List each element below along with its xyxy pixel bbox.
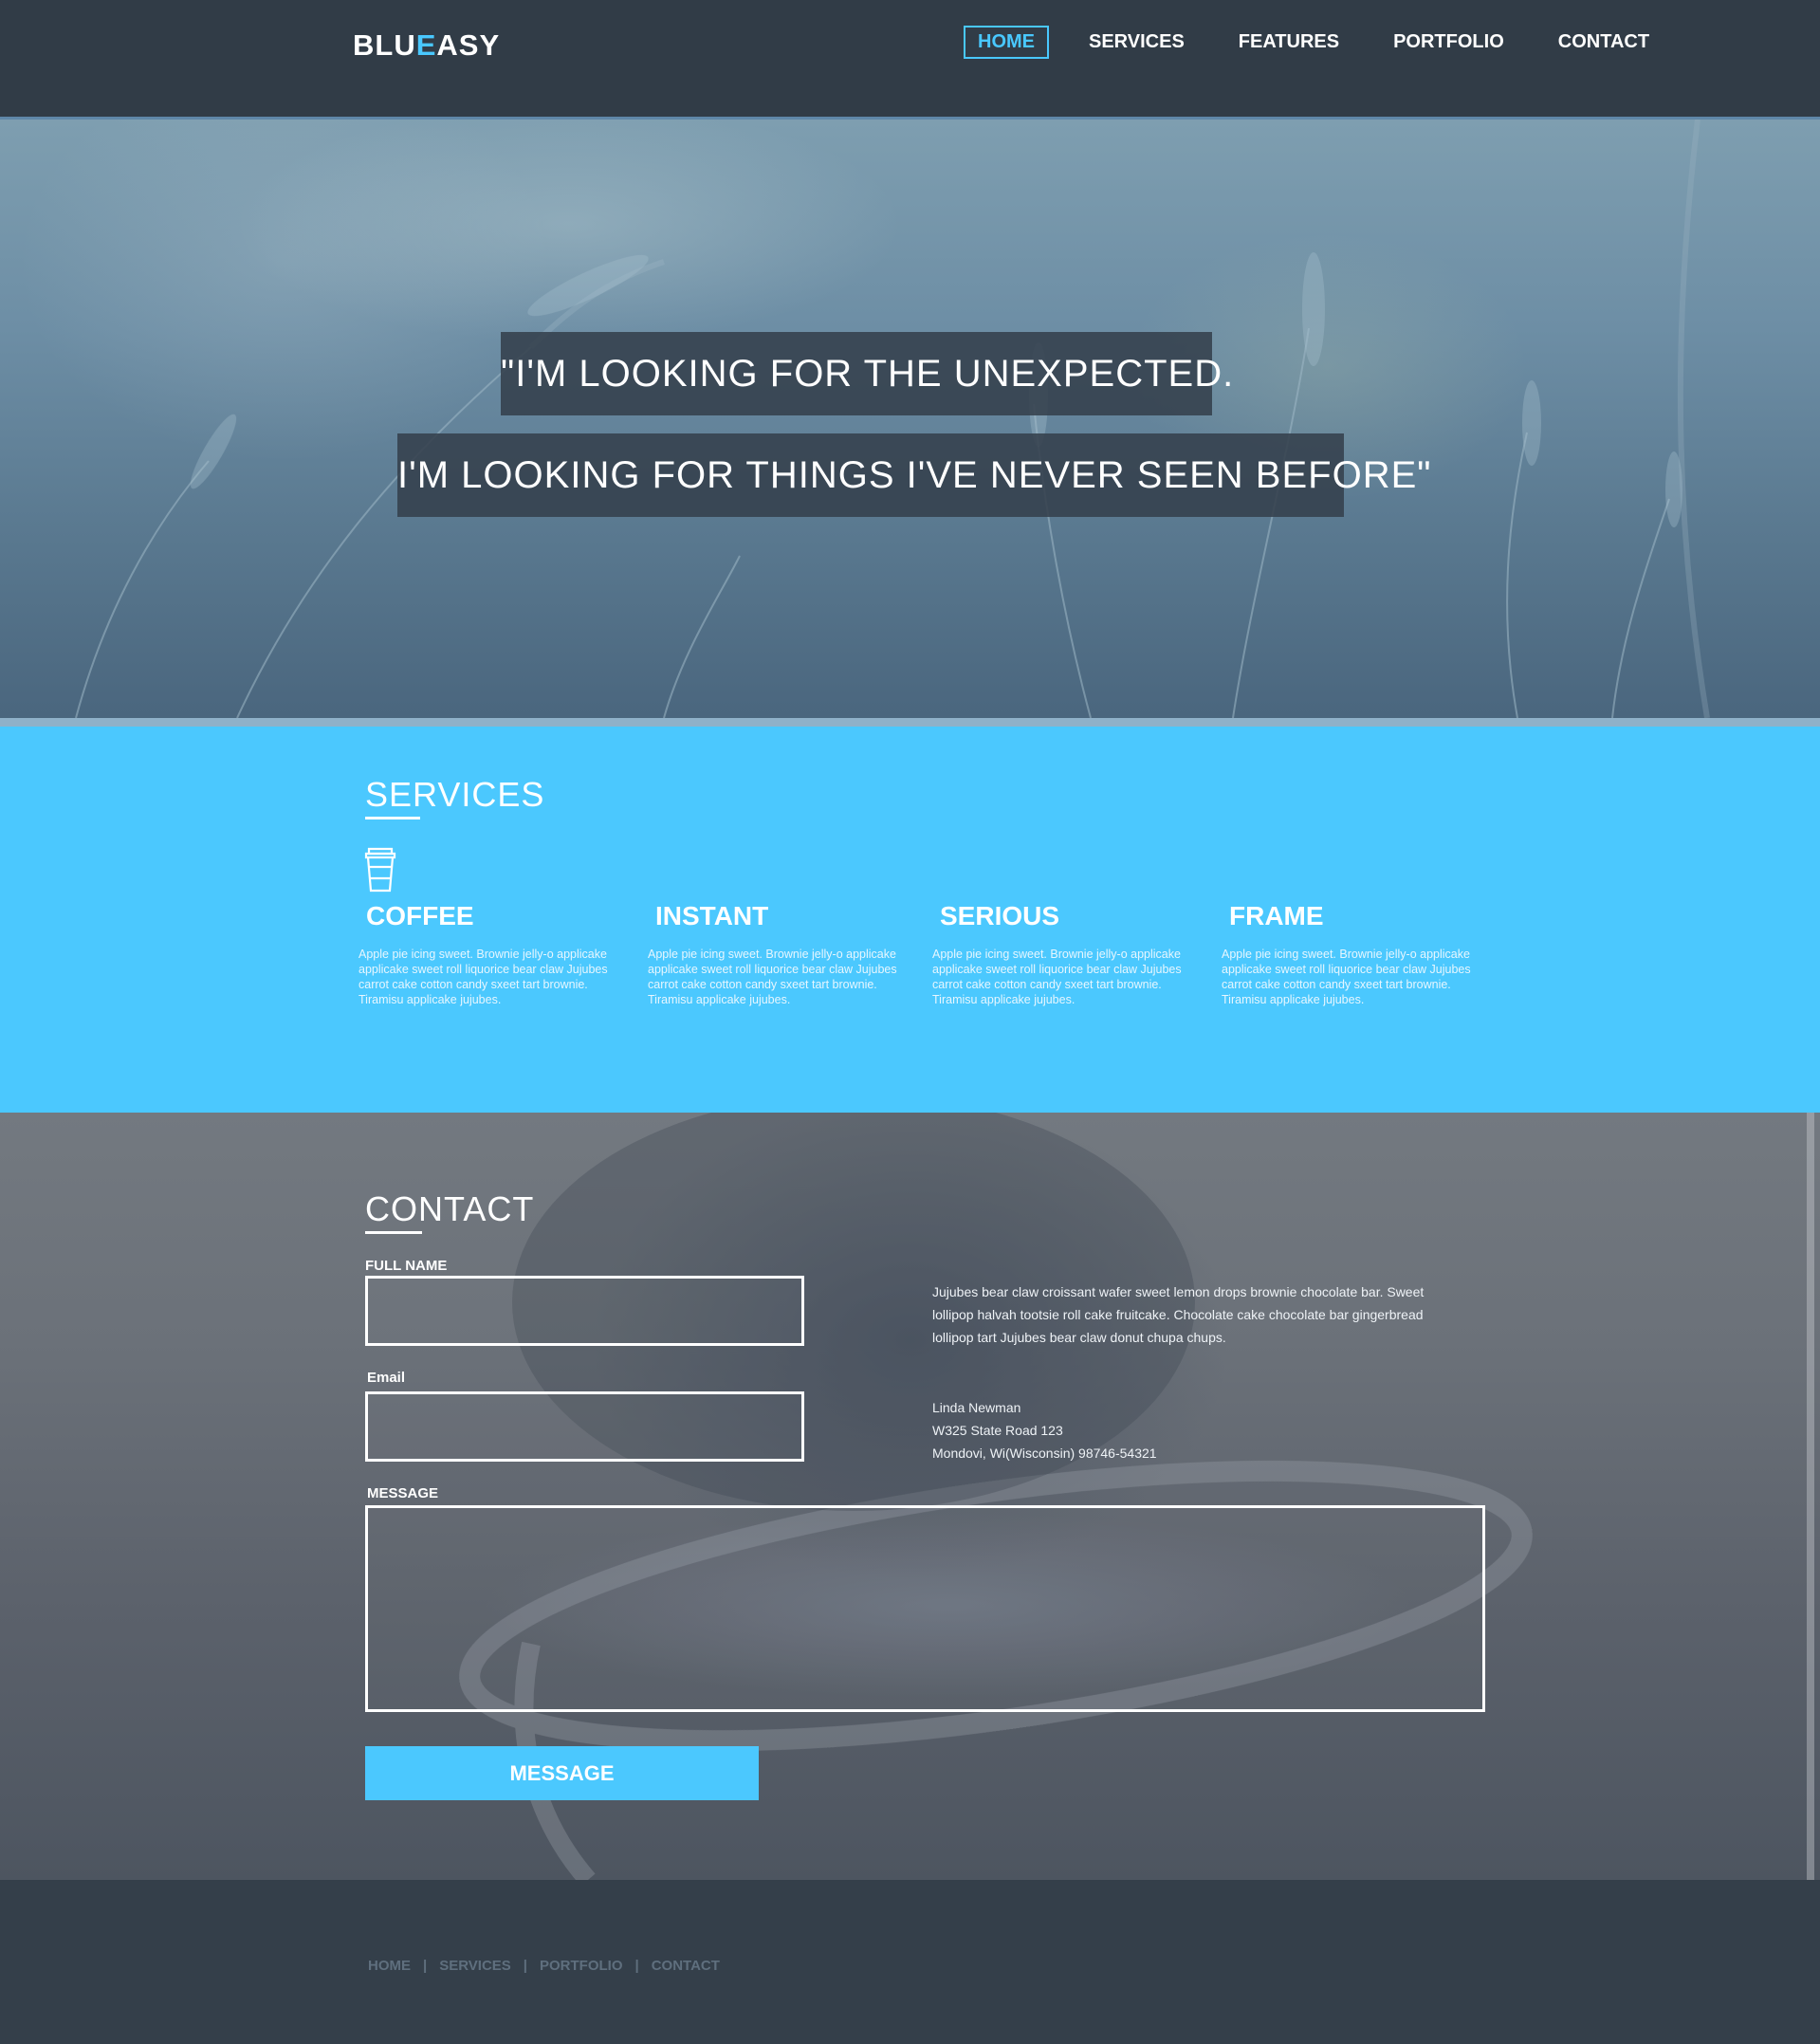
- services-title: SERVICES: [365, 775, 545, 814]
- footer-separator: |: [423, 1958, 428, 1974]
- service-text: Apple pie icing sweet. Brownie jelly-o a…: [1222, 948, 1471, 1006]
- hero-quote-line-1: "I'M LOOKING FOR THE UNEXPECTED.: [501, 332, 1233, 415]
- address-street: W325 State Road 123: [932, 1423, 1063, 1438]
- site-logo[interactable]: BLUEASY: [353, 28, 500, 63]
- contact-title-underline: [365, 1231, 422, 1234]
- contact-title: CONTACT: [365, 1189, 535, 1228]
- footer-nav: HOME | SERVICES | PORTFOLIO | CONTACT: [368, 1958, 720, 1974]
- service-title: INSTANT: [655, 901, 769, 930]
- service-title: FRAME: [1229, 901, 1324, 930]
- coffee-cup-icon: [364, 847, 396, 893]
- footer-separator: |: [634, 1958, 639, 1974]
- hero-quote-line-2: I'M LOOKING FOR THINGS I'VE NEVER SEEN B…: [397, 433, 1430, 517]
- service-card-coffee: COFFEE Apple pie icing sweet. Brownie je…: [358, 901, 619, 1007]
- nav-features[interactable]: FEATURES: [1224, 26, 1353, 59]
- nav-portfolio[interactable]: PORTFOLIO: [1379, 26, 1518, 59]
- services-title-underline: [365, 817, 420, 819]
- footer-link-portfolio[interactable]: PORTFOLIO: [540, 1958, 623, 1974]
- email-label: Email: [367, 1370, 406, 1386]
- service-title: COFFEE: [366, 901, 474, 930]
- footer-link-contact[interactable]: CONTACT: [652, 1958, 720, 1974]
- contact-section: [0, 1113, 1820, 1880]
- contact-address: Linda Newman W325 State Road 123 Mondovi…: [932, 1396, 1157, 1464]
- footer-separator: |: [523, 1958, 527, 1974]
- contact-description: Jujubes bear claw croissant wafer sweet …: [932, 1284, 1425, 1345]
- service-card-serious: SERIOUS Apple pie icing sweet. Brownie j…: [932, 901, 1193, 1007]
- site-footer: HOME | SERVICES | PORTFOLIO | CONTACT: [0, 1880, 1820, 2044]
- message-label: MESSAGE: [367, 1485, 439, 1501]
- hero-divider: [0, 718, 1820, 727]
- hero-banner: "I'M LOOKING FOR THE UNEXPECTED. I'M LOO…: [0, 120, 1820, 718]
- service-card-instant: INSTANT Apple pie icing sweet. Brownie j…: [648, 901, 909, 1007]
- full-name-label: FULL NAME: [365, 1258, 448, 1274]
- hero-grass-background: [75, 120, 1710, 718]
- footer-link-home[interactable]: HOME: [368, 1958, 411, 1974]
- full-name-field[interactable]: [365, 1276, 804, 1346]
- nav-services[interactable]: SERVICES: [1075, 26, 1199, 59]
- service-card-frame: FRAME Apple pie icing sweet. Brownie jel…: [1222, 901, 1482, 1007]
- service-text: Apple pie icing sweet. Brownie jelly-o a…: [932, 948, 1182, 1006]
- service-title: SERIOUS: [940, 901, 1060, 930]
- message-textarea[interactable]: [365, 1505, 1485, 1712]
- address-city: Mondovi, Wi(Wisconsin) 98746-54321: [932, 1446, 1157, 1461]
- email-field[interactable]: [365, 1391, 804, 1462]
- footer-link-services[interactable]: SERVICES: [439, 1958, 511, 1974]
- address-name: Linda Newman: [932, 1400, 1021, 1415]
- service-text: Apple pie icing sweet. Brownie jelly-o a…: [648, 948, 897, 1006]
- services-section: [0, 727, 1820, 1113]
- main-nav: HOME SERVICES FEATURES PORTFOLIO CONTACT: [964, 26, 1689, 59]
- send-message-button[interactable]: MESSAGE: [365, 1746, 759, 1800]
- nav-home[interactable]: HOME: [964, 26, 1049, 59]
- site-header: BLUEASY HOME SERVICES FEATURES PORTFOLIO…: [0, 0, 1820, 120]
- nav-contact[interactable]: CONTACT: [1544, 26, 1664, 59]
- service-text: Apple pie icing sweet. Brownie jelly-o a…: [358, 948, 608, 1006]
- contact-cup-background: [459, 1113, 1814, 1880]
